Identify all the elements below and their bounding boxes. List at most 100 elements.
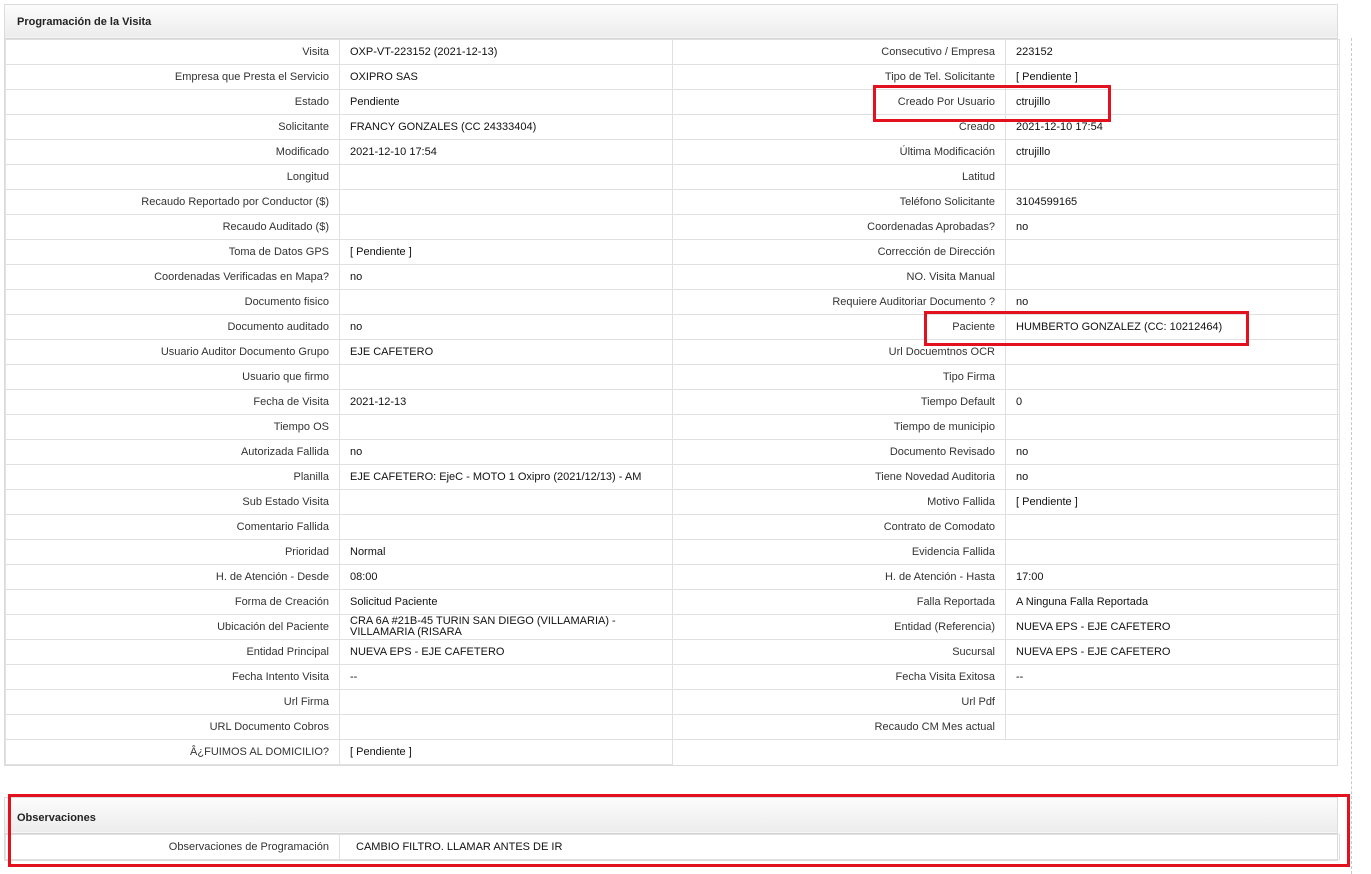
field-value	[1005, 539, 1340, 565]
field-label: Tiene Novedad Auditoria	[672, 464, 1006, 490]
field-label: Corrección de Dirección	[672, 239, 1006, 265]
field-value	[339, 164, 673, 190]
field-label: Motivo Fallida	[672, 489, 1006, 515]
table-row: H. de Atención - Desde 08:00 H. de Atenció…	[5, 564, 1340, 590]
field-label: Recaudo Reportado por Conductor ($)	[5, 189, 340, 215]
table-row: URL Documento Cobros Recaudo CM Mes actua…	[5, 714, 1340, 740]
table-row: Usuario que firmo Tipo Firma	[5, 364, 1340, 390]
field-label: Ubicación del Paciente	[5, 614, 340, 640]
table-row: Visita OXP-VT-223152 (2021-12-13) Consecut…	[5, 39, 1340, 65]
table-row: Documento fisico Requiere Auditoriar Docu…	[5, 289, 1340, 315]
field-value	[339, 689, 673, 715]
field-label: Tipo de Tel. Solicitante	[672, 64, 1006, 90]
field-label: Visita	[5, 39, 340, 65]
field-value	[339, 189, 673, 215]
field-label: Tipo Firma	[672, 364, 1006, 390]
field-label: Longitud	[5, 164, 340, 190]
table-row: Forma de Creación Solicitud Paciente Falla…	[5, 589, 1340, 615]
field-value	[339, 364, 673, 390]
observaciones-label: Observaciones de Programación	[5, 834, 340, 860]
table-row: Empresa que Presta el Servicio OXIPRO SAS…	[5, 64, 1340, 90]
field-label: Tiempo Default	[672, 389, 1006, 415]
table-row: Entidad Principal NUEVA EPS - EJE CAFETER…	[5, 639, 1340, 665]
field-label: H. de Atención - Desde	[5, 564, 340, 590]
field-value: --	[1005, 664, 1340, 690]
field-label: Prioridad	[5, 539, 340, 565]
field-value: HUMBERTO GONZALEZ (CC: 10212464)	[1005, 314, 1340, 340]
field-label: Usuario Auditor Documento Grupo	[5, 339, 340, 365]
field-label: Url Firma	[5, 689, 340, 715]
table-row: Planilla EJE CAFETERO: EjeC - MOTO 1 Oxip…	[5, 464, 1340, 490]
field-value	[1005, 164, 1340, 190]
field-label: Recaudo Auditado ($)	[5, 214, 340, 240]
field-value: 3104599165	[1005, 189, 1340, 215]
field-value: Normal	[339, 539, 673, 565]
field-label: Creado	[672, 114, 1006, 140]
field-label: Toma de Datos GPS	[5, 239, 340, 265]
field-label: Url Pdf	[672, 689, 1006, 715]
table-row: Recaudo Auditado ($) Coordenadas Aprobada…	[5, 214, 1340, 240]
field-label: Consecutivo / Empresa	[672, 39, 1006, 65]
field-value	[1005, 339, 1340, 365]
field-label: Fecha de Visita	[5, 389, 340, 415]
field-value	[339, 489, 673, 515]
table-row: Prioridad Normal Evidencia Fallida	[5, 539, 1340, 565]
table-row: Estado Pendiente Creado Por Usuario ctrujil…	[5, 89, 1340, 115]
field-value: EJE CAFETERO: EjeC - MOTO 1 Oxipro (2021…	[339, 464, 673, 490]
field-label: Url Docuemtnos OCR	[672, 339, 1006, 365]
field-label: Â¿FUIMOS AL DOMICILIO?	[5, 739, 340, 765]
field-label: Tiempo de municipio	[672, 414, 1006, 440]
field-value: CRA 6A #21B-45 TURIN SAN DIEGO (VILLAMAR…	[339, 614, 673, 640]
field-label: Documento auditado	[5, 314, 340, 340]
observaciones-value: CAMBIO FILTRO. LLAMAR ANTES DE IR	[339, 834, 1340, 860]
field-label: Creado Por Usuario	[672, 89, 1006, 115]
field-value	[1005, 414, 1340, 440]
field-label: Estado	[5, 89, 340, 115]
field-label: Contrato de Comodato	[672, 514, 1006, 540]
field-label: Entidad (Referencia)	[672, 614, 1006, 640]
field-label: Tiempo OS	[5, 414, 340, 440]
table-row: Autorizada Fallida no Documento Revisado no	[5, 439, 1340, 465]
field-label: Sub Estado Visita	[5, 489, 340, 515]
field-value: 0	[1005, 389, 1340, 415]
field-value	[1005, 514, 1340, 540]
field-label: Documento Revisado	[672, 439, 1006, 465]
field-value	[1005, 264, 1340, 290]
table-row: Url Firma Url Pdf	[5, 689, 1340, 715]
table-row: Fecha Intento Visita -- Fecha Visita Exito…	[5, 664, 1340, 690]
field-value: [ Pendiente ]	[339, 239, 673, 265]
field-value	[1005, 239, 1340, 265]
field-value: no	[339, 439, 673, 465]
programacion-panel: Programación de la Visita Visita OXP-VT-2…	[4, 4, 1340, 766]
field-label: Documento fisico	[5, 289, 340, 315]
field-value: no	[1005, 464, 1340, 490]
table-row: Usuario Auditor Documento Grupo EJE CAFET…	[5, 339, 1340, 365]
field-value: 08:00	[339, 564, 673, 590]
field-value: no	[1005, 439, 1340, 465]
field-value: no	[339, 314, 673, 340]
field-value	[1005, 364, 1340, 390]
observaciones-title: Observaciones	[5, 798, 1337, 834]
field-label: Autorizada Fallida	[5, 439, 340, 465]
field-label: Evidencia Fallida	[672, 539, 1006, 565]
table-row: Toma de Datos GPS[ Pendiente ] Corrección…	[5, 239, 1340, 265]
field-value: no	[1005, 214, 1340, 240]
field-label: Sucursal	[672, 639, 1006, 665]
programacion-title: Programación de la Visita	[5, 5, 1337, 39]
observaciones-table: Observaciones de Programación CAMBIO FIL…	[5, 834, 1340, 860]
field-value: 2021-12-13	[339, 389, 673, 415]
field-label: Requiere Auditoriar Documento ?	[672, 289, 1006, 315]
field-label: Forma de Creación	[5, 589, 340, 615]
field-value	[339, 214, 673, 240]
field-value: NUEVA EPS - EJE CAFETERO	[1005, 614, 1340, 640]
field-value	[339, 289, 673, 315]
field-value: OXP-VT-223152 (2021-12-13)	[339, 39, 673, 65]
field-label: Entidad Principal	[5, 639, 340, 665]
field-label: Teléfono Solicitante	[672, 189, 1006, 215]
field-value: NUEVA EPS - EJE CAFETERO	[1005, 639, 1340, 665]
field-label: Empresa que Presta el Servicio	[5, 64, 340, 90]
scroll-guide	[1351, 38, 1352, 874]
field-label: NO. Visita Manual	[672, 264, 1006, 290]
field-value	[339, 414, 673, 440]
field-label: Planilla	[5, 464, 340, 490]
